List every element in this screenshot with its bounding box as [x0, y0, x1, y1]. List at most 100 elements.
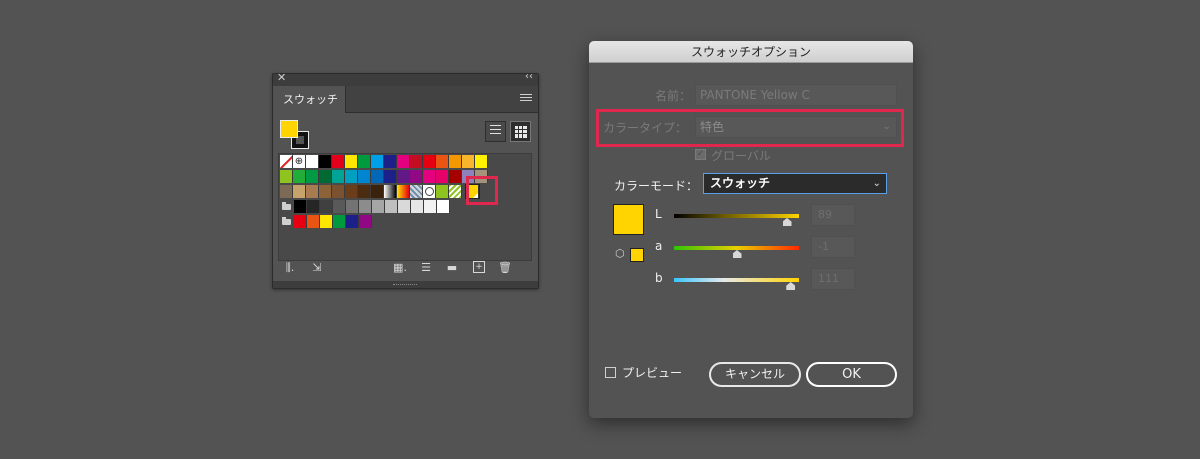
place-swatches-icon[interactable]: ⇲	[310, 261, 324, 274]
swatch-color[interactable]	[306, 155, 319, 168]
folder-icon[interactable]	[280, 215, 294, 228]
swatch-color[interactable]	[320, 200, 333, 213]
swatch-color[interactable]	[372, 200, 385, 213]
color-mode-select[interactable]: スウォッチ ⌄	[703, 173, 887, 194]
out-of-gamut-cube-icon[interactable]: ⬡	[615, 247, 625, 260]
dialog-title: スウォッチオプション	[589, 41, 913, 63]
delete-swatch-icon[interactable]: 🗑	[498, 261, 512, 274]
swatch-none[interactable]	[280, 155, 293, 168]
panel-menu-icon[interactable]	[520, 92, 532, 104]
swatch-color[interactable]	[358, 155, 371, 168]
swatch-options-dialog: スウォッチオプション 名前： PANTONE Yellow C カラータイプ： …	[589, 41, 913, 418]
new-swatch-icon[interactable]: +	[473, 261, 485, 273]
collapse-icon[interactable]: ‹‹	[525, 71, 533, 82]
swatch-color[interactable]	[359, 200, 372, 213]
swatch-color[interactable]	[384, 155, 397, 168]
swatch-color[interactable]	[410, 170, 423, 183]
swatch-color[interactable]	[345, 155, 358, 168]
swatch-color[interactable]	[437, 200, 450, 213]
swatch-color[interactable]	[319, 170, 332, 183]
swatch-color[interactable]	[449, 170, 462, 183]
swatch-color[interactable]	[306, 185, 319, 198]
swatch-color[interactable]	[398, 200, 411, 213]
slider-track-a[interactable]	[674, 246, 799, 250]
swatch-color[interactable]	[423, 170, 436, 183]
swatch-color[interactable]	[319, 185, 332, 198]
slider-knob-a[interactable]	[732, 250, 742, 258]
swatch-color[interactable]	[371, 170, 384, 183]
swatch-color[interactable]	[384, 170, 397, 183]
swatch-pattern[interactable]	[410, 185, 423, 198]
swatch-libraries-menu-icon[interactable]: ⫼.	[283, 261, 297, 274]
swatch-gradient[interactable]	[384, 185, 397, 198]
swatch-registration[interactable]: ⊕	[293, 155, 306, 168]
swatch-color[interactable]	[358, 185, 371, 198]
close-icon[interactable]: ✕	[277, 71, 286, 84]
swatch-color[interactable]	[319, 155, 332, 168]
swatch-options-icon[interactable]: ☰	[419, 261, 433, 274]
swatch-color[interactable]	[332, 185, 345, 198]
folder-icon[interactable]	[280, 200, 294, 213]
slider-track-L[interactable]	[674, 214, 799, 218]
swatch-pattern[interactable]	[423, 185, 436, 198]
fill-swatch[interactable]	[280, 120, 298, 138]
slider-knob-b[interactable]	[786, 282, 796, 290]
swatch-color[interactable]	[333, 200, 346, 213]
slider-value-L[interactable]: 89	[811, 204, 855, 226]
swatch-color[interactable]	[371, 155, 384, 168]
swatch-color[interactable]	[475, 155, 488, 168]
slider-value-b[interactable]: 111	[811, 268, 855, 290]
swatch-color[interactable]	[411, 200, 424, 213]
closest-color-swatch[interactable]	[630, 248, 644, 262]
grid-view-icon[interactable]	[510, 121, 531, 142]
show-swatch-kinds-icon[interactable]: ▦.	[393, 261, 407, 274]
preview-checkbox[interactable]	[605, 367, 616, 378]
swatch-color[interactable]	[462, 155, 475, 168]
swatch-pattern[interactable]	[449, 185, 462, 198]
swatch-color[interactable]	[332, 170, 345, 183]
swatch-color[interactable]	[306, 170, 319, 183]
swatch-color[interactable]	[280, 170, 293, 183]
swatch-color[interactable]	[424, 200, 437, 213]
ok-button[interactable]: OK	[806, 362, 897, 387]
swatch-color[interactable]	[385, 200, 398, 213]
swatch-color[interactable]	[449, 155, 462, 168]
panel-resize-handle[interactable]	[273, 281, 538, 288]
swatch-color[interactable]	[423, 155, 436, 168]
panel-bottom-toolbar: ⫼. ⇲ ▦. ☰ ▬ + 🗑	[273, 258, 538, 278]
swatch-color[interactable]	[294, 215, 307, 228]
tab-swatches[interactable]: スウォッチ	[273, 86, 346, 113]
list-view-icon[interactable]	[485, 121, 506, 142]
panel-title-bar[interactable]: ✕ ‹‹	[273, 71, 538, 86]
swatch-color[interactable]	[359, 215, 372, 228]
swatch-color[interactable]	[358, 170, 371, 183]
swatch-color[interactable]	[293, 170, 306, 183]
fill-stroke-indicator[interactable]	[280, 120, 310, 150]
swatch-color[interactable]	[320, 215, 333, 228]
swatch-color[interactable]	[397, 155, 410, 168]
swatch-color[interactable]	[346, 215, 359, 228]
swatch-color[interactable]	[307, 215, 320, 228]
swatch-color[interactable]	[345, 170, 358, 183]
swatch-gradient[interactable]	[397, 185, 410, 198]
swatch-color[interactable]	[436, 170, 449, 183]
swatch-color[interactable]	[333, 215, 346, 228]
swatch-color[interactable]	[280, 185, 293, 198]
swatch-color[interactable]	[397, 170, 410, 183]
swatch-color[interactable]	[332, 155, 345, 168]
swatch-color[interactable]	[371, 185, 384, 198]
swatch-row	[280, 184, 480, 199]
slider-value-a[interactable]: -1	[811, 236, 855, 258]
cancel-button[interactable]: キャンセル	[709, 362, 801, 387]
swatch-color[interactable]	[436, 185, 449, 198]
slider-knob-L[interactable]	[782, 218, 792, 226]
swatch-color[interactable]	[293, 185, 306, 198]
swatch-color[interactable]	[346, 200, 359, 213]
swatch-color[interactable]	[307, 200, 320, 213]
swatch-color[interactable]	[294, 200, 307, 213]
new-color-group-icon[interactable]: ▬	[445, 261, 459, 274]
swatch-color[interactable]	[410, 155, 423, 168]
swatch-color[interactable]	[345, 185, 358, 198]
swatch-color[interactable]	[436, 155, 449, 168]
slider-track-b[interactable]	[674, 278, 799, 282]
